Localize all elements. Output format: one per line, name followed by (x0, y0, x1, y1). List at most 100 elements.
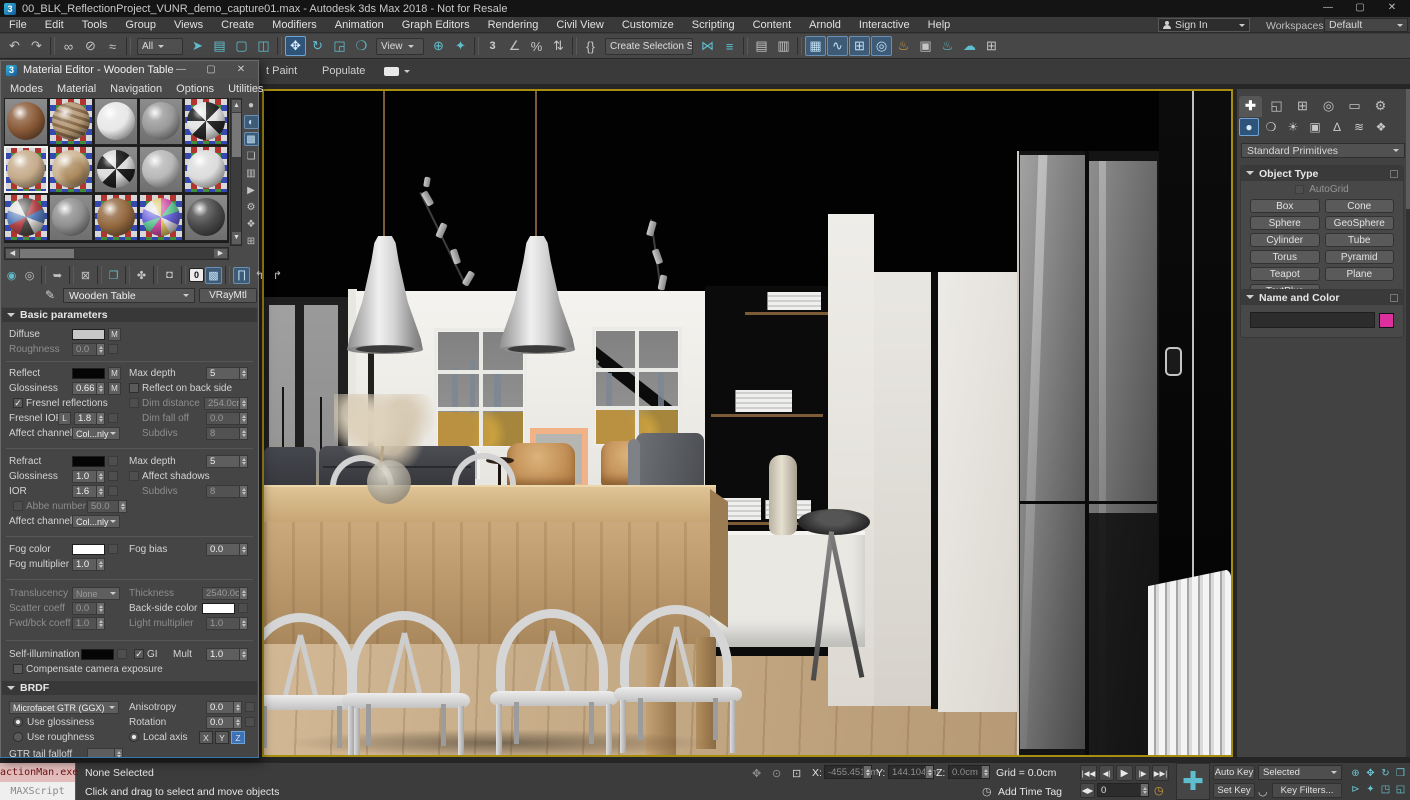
material-swatch-1[interactable] (4, 98, 48, 145)
swatch-horizontal-scrollbar[interactable]: ◀ ▶ (4, 247, 229, 260)
back-side-color-swatch[interactable] (202, 603, 235, 614)
toolbar-reference-coordinate-dropdown[interactable]: View (376, 38, 424, 55)
refract-glossiness-field[interactable]: 1.0 (72, 470, 105, 483)
track-spotlight[interactable] (652, 248, 664, 264)
fog-bias-field[interactable]: 0.0 (206, 543, 248, 556)
x-coordinate-field[interactable]: -455.451cm (824, 765, 872, 779)
cabinet-handle[interactable] (1165, 347, 1182, 376)
refract-affect-channels-dropdown[interactable]: Col...nly (72, 515, 120, 528)
fog-color-map-checkbox[interactable] (108, 544, 118, 554)
me-tool-reset-map-mtl[interactable]: ⊠ (77, 267, 94, 284)
thickness-field[interactable]: 2540.0cm (202, 587, 248, 600)
maxscript-macro-recorder[interactable]: actionMan.exe (0, 763, 76, 782)
self-illumination-map-checkbox[interactable] (117, 649, 127, 659)
back-side-map-checkbox[interactable] (238, 603, 248, 613)
panel-category-cameras[interactable]: ▣ (1305, 118, 1325, 136)
me-menu-options[interactable]: Options (169, 83, 221, 95)
me-menu-navigation[interactable]: Navigation (103, 83, 169, 95)
object-name-input[interactable] (1250, 312, 1375, 328)
panel-tab-hierarchy[interactable]: ⊞ (1291, 96, 1314, 117)
material-type-button[interactable]: VRayMtl (199, 288, 257, 303)
me-tool-material-id-channel[interactable]: 0 (189, 268, 204, 282)
scrollbar-thumb[interactable] (232, 113, 241, 157)
radiator[interactable] (1148, 569, 1231, 755)
fog-multiplier-field[interactable]: 1.0 (72, 558, 105, 571)
compensate-exposure-checkbox[interactable] (13, 664, 23, 674)
key-filters-button[interactable]: Key Filters... (1272, 783, 1342, 798)
toolbar-window-crossing-toggle[interactable]: ◫ (253, 36, 274, 56)
create-cone[interactable]: Cone (1325, 199, 1395, 213)
key-step-toggle[interactable]: ◀▶ (1080, 783, 1095, 798)
scrollbar-thumb[interactable] (20, 249, 74, 258)
me-tool-put-material-to-scene[interactable]: ◎ (21, 267, 38, 284)
reflect-max-depth-field[interactable]: 5 (206, 367, 248, 380)
create-box[interactable]: Box (1250, 199, 1320, 213)
material-swatch-13[interactable] (94, 194, 138, 241)
axis-y-button[interactable]: Y (215, 731, 229, 744)
panel-tab-create[interactable]: ✚ (1239, 96, 1262, 117)
me-tool-make-material-copy[interactable]: ❐ (105, 267, 122, 284)
panel-tab-modify[interactable]: ◱ (1265, 96, 1288, 117)
toolbar-rendered-frame-window[interactable]: ▣ (915, 36, 936, 56)
me-tool-make-preview[interactable]: ▶ (244, 183, 259, 197)
toolbar-snaps-toggle[interactable]: 3 (482, 36, 503, 56)
material-swatch-7[interactable] (49, 146, 93, 193)
self-illumination-swatch[interactable] (81, 649, 114, 660)
toolbar-select-and-move[interactable]: ✥ (285, 36, 306, 56)
toolbar-bind-to-space-warp[interactable]: ≈ (102, 36, 123, 56)
panel-category-space-warps[interactable]: ≋ (1349, 118, 1369, 136)
pillar-wall-right[interactable] (874, 272, 931, 706)
material-swatch-3[interactable] (94, 98, 138, 145)
me-tool-sample-uv-tiling[interactable]: ❏ (244, 149, 259, 163)
nav-field-of-view[interactable]: ⊳ (1348, 781, 1363, 797)
toolbar-select-and-manipulate[interactable]: ✦ (450, 36, 471, 56)
key-mode-toggle-icon[interactable]: ◷ (1154, 784, 1164, 797)
toolbar-select-and-scale[interactable]: ◲ (329, 36, 350, 56)
wishbone-chair-2[interactable] (342, 611, 470, 755)
reflect-back-checkbox[interactable] (129, 383, 139, 393)
me-tool-sample-type[interactable]: ● (244, 98, 259, 112)
menu-graph-editors[interactable]: Graph Editors (393, 19, 479, 31)
panel-category-shapes[interactable]: ❍ (1261, 118, 1281, 136)
toolbar-select-by-name[interactable]: ▤ (209, 36, 230, 56)
use-glossiness-radio[interactable] (13, 717, 23, 727)
panel-category-helpers[interactable]: ∆ (1327, 118, 1347, 136)
toolbar-edit-named-selection-sets[interactable]: {} (580, 36, 601, 56)
toolbar-toggle-layer-explorer[interactable]: ▤ (751, 36, 772, 56)
autogrid-checkbox[interactable] (1295, 185, 1304, 194)
create-torus[interactable]: Torus (1250, 250, 1320, 264)
scatter-coeff-field[interactable]: 0.0 (72, 602, 105, 615)
material-swatch-6[interactable] (4, 146, 48, 193)
mult-field[interactable]: 1.0 (206, 648, 248, 661)
material-swatch-5[interactable] (184, 98, 228, 145)
toolbar-undo[interactable]: ↶ (4, 36, 25, 56)
toolbar-select-and-place[interactable]: ❍ (351, 36, 372, 56)
toolbar-curve-editor[interactable]: ∿ (827, 36, 848, 56)
create-tube[interactable]: Tube (1325, 233, 1395, 247)
minimize-button[interactable]: — (166, 61, 196, 79)
toolbar-unlink-selection[interactable]: ⊘ (80, 36, 101, 56)
affect-shadows-checkbox[interactable] (129, 471, 139, 481)
me-tool-show-end-result[interactable]: ∏ (233, 267, 250, 284)
maxscript-mini-listener[interactable]: MAXScript Min (0, 782, 76, 800)
reflect-color-swatch[interactable] (72, 368, 105, 379)
menu-civil-view[interactable]: Civil View (547, 19, 612, 31)
refract-max-depth-field[interactable]: 5 (206, 455, 248, 468)
menu-edit[interactable]: Edit (36, 19, 73, 31)
material-swatch-12[interactable] (49, 194, 93, 241)
menu-tools[interactable]: Tools (73, 19, 117, 31)
nav-zoom-region[interactable]: ◳ (1378, 781, 1393, 797)
toolbar-select-object[interactable]: ➤ (187, 36, 208, 56)
me-tool-select-by-material[interactable]: ❖ (244, 217, 259, 231)
panel-category-systems[interactable]: ❖ (1371, 118, 1391, 136)
panel-tab-utilities[interactable]: ⚙ (1369, 96, 1392, 117)
me-tool-make-unique[interactable]: ✤ (133, 267, 150, 284)
diffuse-map-button[interactable]: M (108, 328, 121, 341)
play-button[interactable]: ▶ (1116, 765, 1133, 781)
toolbar-rectangular-selection-region[interactable]: ▢ (231, 36, 252, 56)
me-tool-go-forward-to-sibling[interactable]: ↱ (269, 267, 286, 284)
panel-category-lights[interactable]: ☀ (1283, 118, 1303, 136)
set-key-button[interactable]: Set Key (1213, 783, 1255, 798)
create-plane[interactable]: Plane (1325, 267, 1395, 281)
wall-b[interactable] (938, 272, 1017, 712)
